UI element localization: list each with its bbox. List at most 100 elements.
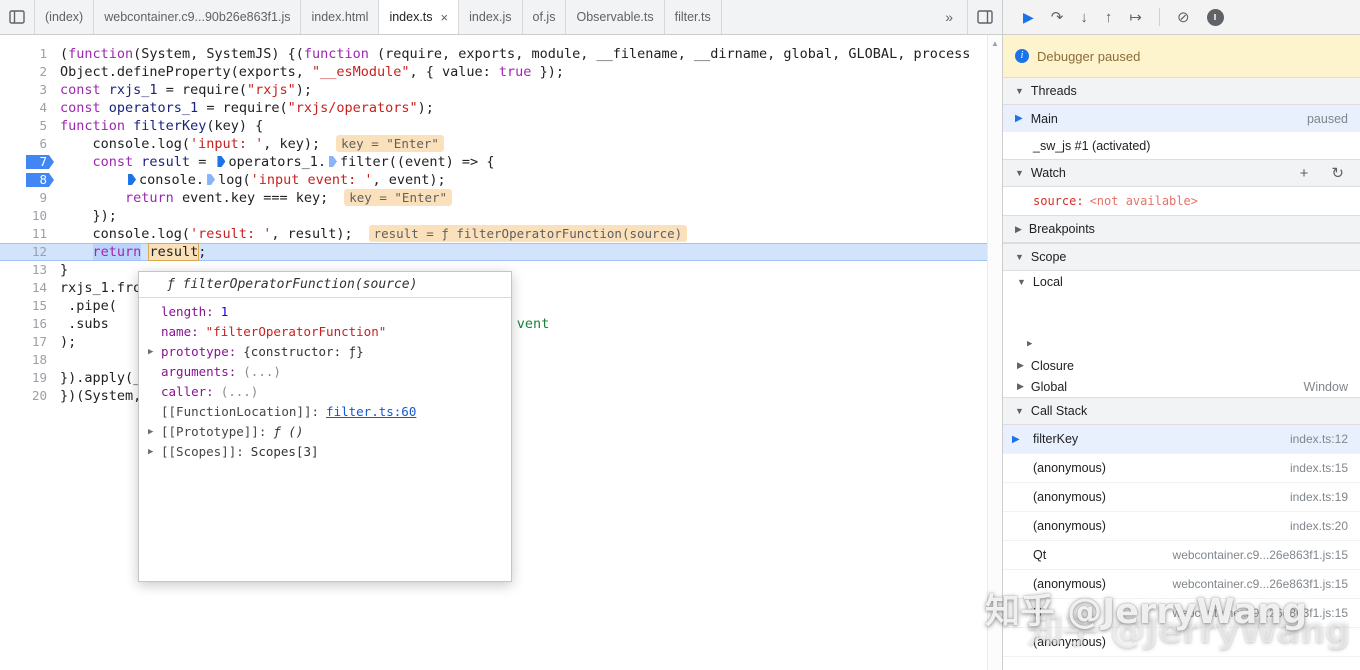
callstack-section-header[interactable]: ▼ Call Stack — [1003, 397, 1360, 425]
scope-var-result[interactable]: ▶ result:ƒ filterOperatorFunction(source — [1003, 334, 1360, 355]
inline-breakpoint-marker[interactable] — [128, 174, 137, 185]
line-number[interactable]: 5 — [0, 117, 56, 135]
inline-breakpoint-marker[interactable] — [329, 156, 338, 167]
tab-filter-ts[interactable]: filter.ts — [665, 0, 722, 34]
line-number[interactable]: 18 — [0, 351, 56, 369]
scope-global-header[interactable]: ▶ Global Window — [1003, 376, 1360, 397]
code-token: function — [303, 46, 369, 62]
threads-section-header[interactable]: ▼ Threads — [1003, 77, 1360, 105]
callstack-frame[interactable]: (anonymous) index.ts:15 — [1003, 454, 1360, 483]
frame-function: (anonymous) — [1033, 519, 1106, 533]
scope-local-header[interactable]: ▼ Local — [1003, 271, 1360, 292]
step-button[interactable]: ↦ — [1129, 10, 1142, 25]
line-number[interactable]: 17 — [0, 333, 56, 351]
inline-breakpoint-marker[interactable] — [207, 174, 216, 185]
line-number[interactable]: 11 — [0, 225, 56, 243]
close-icon[interactable]: × — [441, 10, 449, 25]
add-watch-icon[interactable]: + — [1300, 165, 1309, 182]
thread-status: paused — [1306, 111, 1348, 126]
scope-var-key: key:"Enter" — [1003, 313, 1360, 334]
line-number[interactable]: 14 — [0, 279, 56, 297]
line-number[interactable]: 2 — [0, 63, 56, 81]
line-number[interactable]: 1 — [0, 45, 56, 63]
code-token: "rxjs" — [246, 82, 296, 98]
code-line: 5 function filterKey(key) { — [0, 117, 988, 135]
prop-caller: caller: (...) — [161, 384, 259, 399]
chevron-down-icon: ▼ — [1017, 276, 1026, 287]
panel-right-icon — [977, 10, 993, 24]
refresh-icon[interactable]: ↻ — [1331, 164, 1344, 182]
more-tabs-button[interactable]: » — [931, 0, 967, 34]
devtools-sources-panel: (index) webcontainer.c9...90b26e863f1.js… — [0, 0, 1360, 670]
chevron-down-icon: ▼ — [1015, 168, 1024, 178]
inline-eval-badge: key = "Enter" — [336, 135, 444, 152]
watch-section-header[interactable]: ▼ Watch + ↻ — [1003, 159, 1360, 187]
thread-service-worker[interactable]: _sw_js #1 (activated) — [1003, 132, 1360, 159]
code-text: ); — [60, 334, 76, 350]
code-token: operators_1. — [228, 154, 327, 170]
show-debugger-panel-button[interactable] — [967, 0, 1002, 34]
line-number[interactable]: 10 — [0, 207, 56, 225]
tab-webcontainer-js[interactable]: webcontainer.c9...90b26e863f1.js — [94, 0, 302, 34]
source-location-link[interactable]: filter.ts:60 — [326, 404, 416, 419]
step-out-button[interactable]: ↑ — [1105, 10, 1113, 25]
code-token: const — [60, 100, 101, 116]
scroll-up-icon[interactable]: ▲ — [988, 35, 1002, 48]
code-token: "__esModule" — [311, 64, 410, 80]
line-number[interactable]: 16 — [0, 315, 56, 333]
tab-label: (index) — [45, 10, 84, 24]
line-number[interactable]: 6 — [0, 135, 56, 153]
deactivate-breakpoints-button[interactable]: ⊘ — [1177, 10, 1190, 25]
line-number[interactable]: 4 — [0, 99, 56, 117]
line-number[interactable]: 3 — [0, 81, 56, 99]
frame-function: Qt — [1033, 548, 1047, 562]
scope-section-header[interactable]: ▼ Scope — [1003, 243, 1360, 271]
execution-line: 12 return result; — [0, 243, 988, 261]
pause-on-exceptions-button[interactable]: ‖ — [1206, 8, 1224, 26]
code-token: function — [60, 118, 126, 134]
callstack-frame[interactable]: (anonymous) index.ts:19 — [1003, 483, 1360, 512]
chevron-right-icon[interactable]: ▶ — [148, 342, 153, 362]
code-token: console. — [139, 172, 205, 188]
code-token: vent — [516, 316, 550, 332]
chevron-right-icon[interactable]: ▶ — [148, 422, 153, 442]
scope-closure-header[interactable]: ▶ Closure — [1003, 355, 1360, 376]
tab-index-html[interactable]: index.html — [301, 0, 380, 34]
tab-index-ts[interactable]: index.ts × — [379, 0, 460, 34]
callstack-frame[interactable]: Qt webcontainer.c9...26e863f1.js:15 — [1003, 541, 1360, 570]
thread-main[interactable]: ▶ Main paused — [1003, 105, 1360, 132]
step-into-button[interactable]: ↓ — [1080, 10, 1088, 25]
tab-observable-ts[interactable]: Observable.ts — [566, 0, 665, 34]
chevron-down-icon: ▼ — [1015, 252, 1024, 262]
resume-button[interactable]: ▶ — [1023, 10, 1034, 24]
tab-of-js[interactable]: of.js — [523, 0, 567, 34]
editor-scrollbar[interactable]: ▲ — [987, 35, 1002, 670]
toolbar-divider — [1158, 8, 1160, 26]
watch-expression[interactable]: source: <not available> — [1003, 187, 1360, 215]
line-number[interactable]: 19 — [0, 369, 56, 387]
show-navigator-button[interactable] — [0, 0, 35, 34]
step-over-button[interactable]: ↷ — [1051, 10, 1064, 25]
breakpoints-section-header[interactable]: ▶ Breakpoints — [1003, 215, 1360, 243]
line-number[interactable]: 20 — [0, 387, 56, 405]
line-number[interactable]: 12 — [0, 243, 56, 261]
callstack-frame[interactable]: ▶ filterKey index.ts:12 — [1003, 425, 1360, 454]
code-text: console.log('input: ', key); key = "Enter… — [60, 135, 444, 152]
line-number[interactable]: 9 — [0, 189, 56, 207]
code-token: ; — [198, 244, 207, 260]
callstack-frame[interactable]: (anonymous) index.ts:20 — [1003, 512, 1360, 541]
breakpoint-marker[interactable]: 7 — [0, 153, 56, 171]
chevron-right-icon[interactable]: ▶ — [1027, 334, 1032, 355]
tab-index-page[interactable]: (index) — [35, 0, 95, 34]
chevron-right-icon[interactable]: ▶ — [148, 442, 153, 462]
line-number[interactable]: 15 — [0, 297, 56, 315]
breakpoint-marker[interactable]: 8 — [0, 171, 56, 189]
tab-index-js[interactable]: index.js — [459, 0, 523, 34]
code-line: 4 const operators_1 = require("rxjs/opera… — [0, 99, 988, 117]
inline-breakpoint-marker[interactable] — [217, 156, 226, 167]
chevron-down-icon: ▼ — [1015, 406, 1024, 416]
line-number[interactable]: 13 — [0, 261, 56, 279]
evaluated-token[interactable]: result — [148, 243, 200, 261]
